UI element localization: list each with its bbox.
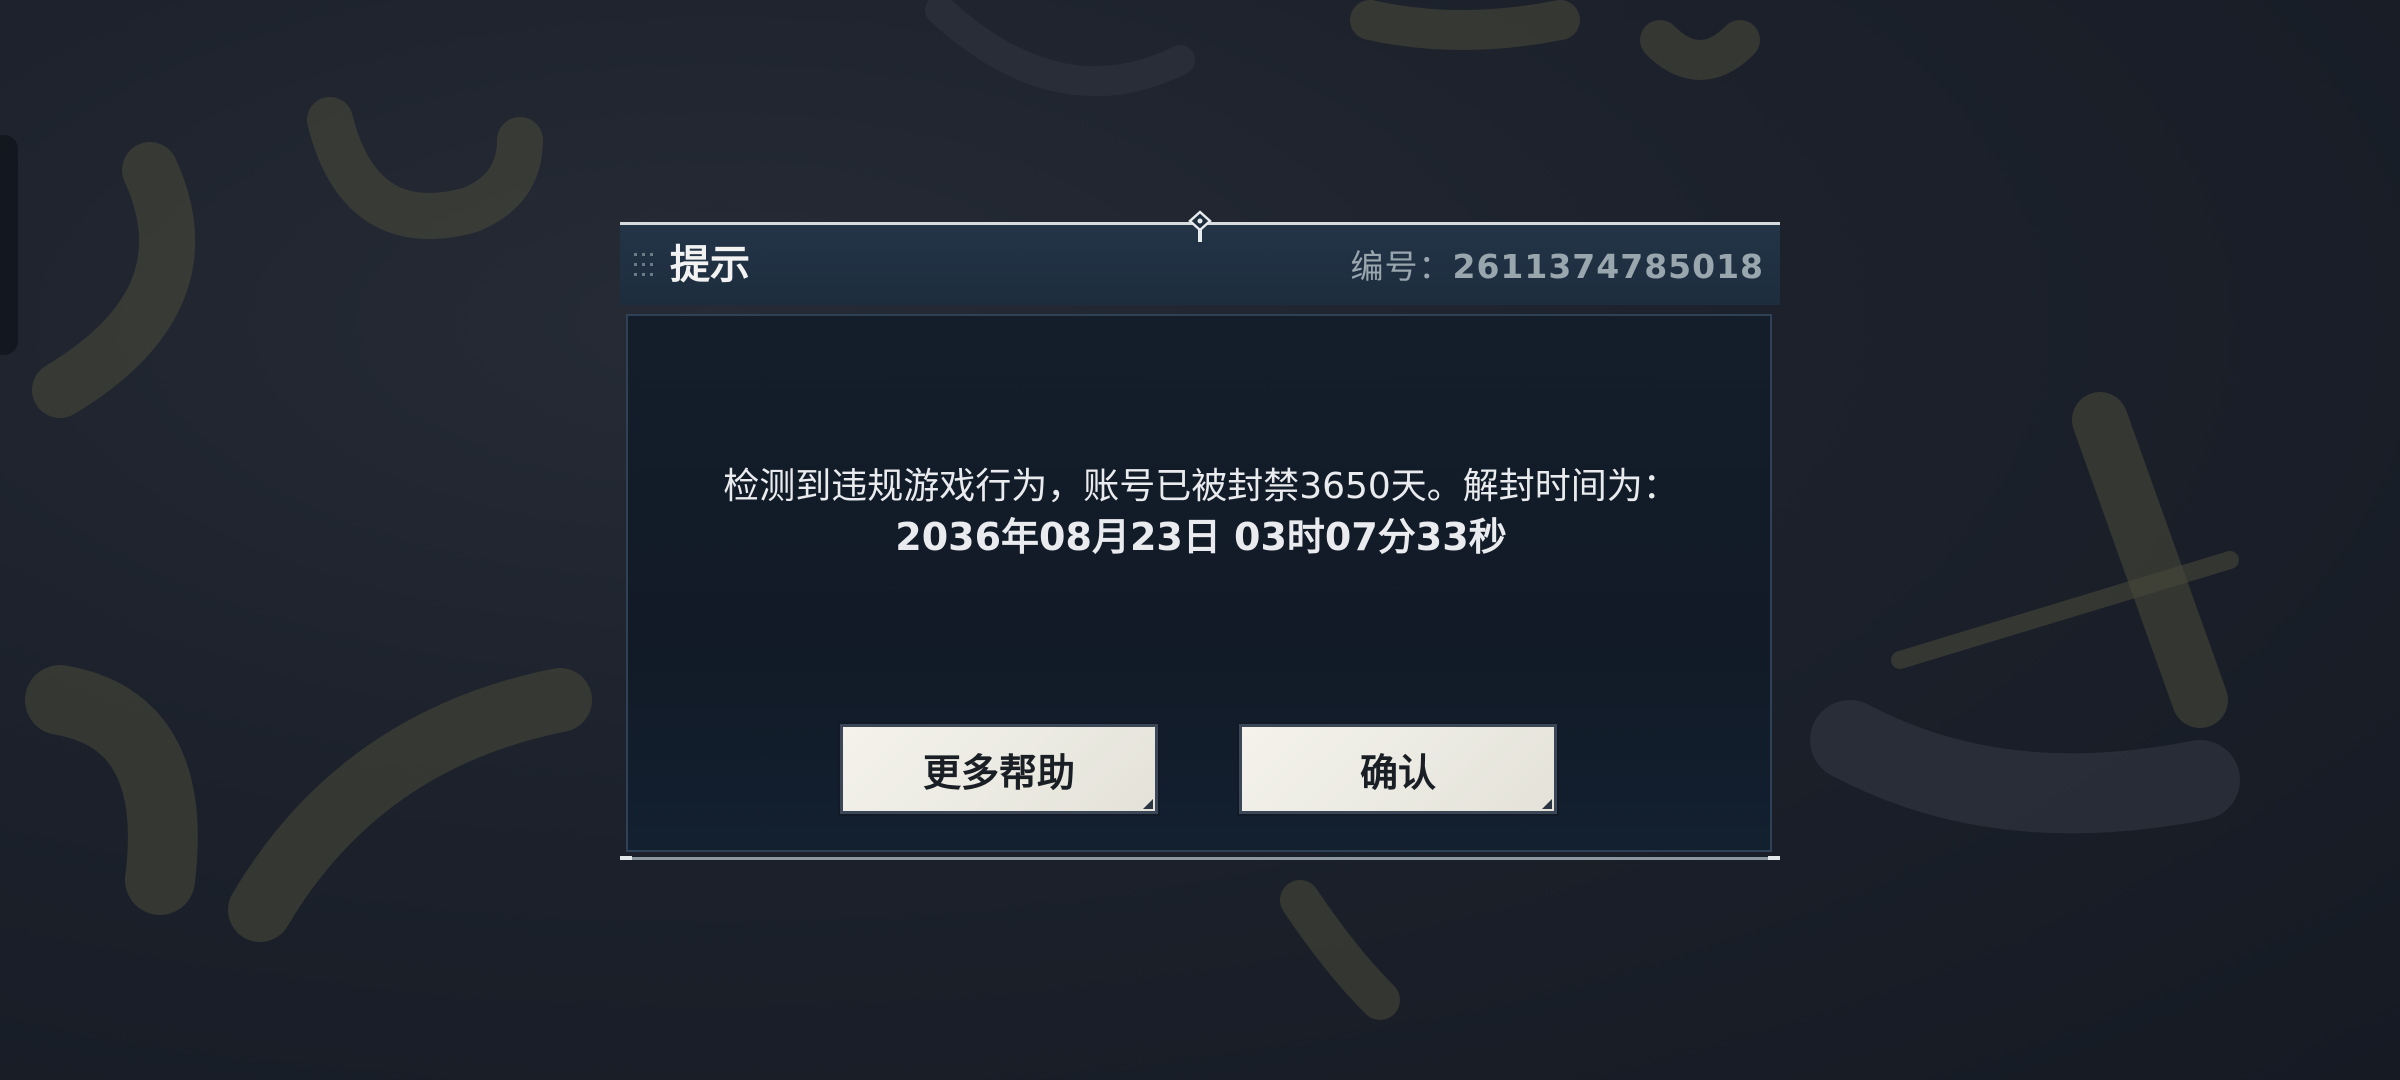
game-screen: 提示 编号：2611374785018 检测到违规游戏行为，账号已被封禁3650… — [0, 0, 2400, 1080]
serial-label: 编号： — [1350, 247, 1453, 286]
confirm-button[interactable]: 确认 — [1239, 724, 1557, 814]
unban-time: 2036年08月23日 03时07分33秒 — [895, 515, 1507, 559]
side-edge-tab — [0, 135, 18, 355]
dialog-body: 检测到违规游戏行为，账号已被封禁3650天。解封时间为： 2036年08月23日… — [626, 314, 1772, 852]
ban-message-line1: 检测到违规游戏行为，账号已被封禁3650天。解封时间为： — [723, 466, 1679, 507]
more-help-label: 更多帮助 — [922, 750, 1075, 795]
ban-message: 检测到违规游戏行为，账号已被封禁3650天。解封时间为： 2036年08月23日… — [628, 462, 1774, 562]
serial-number: 编号：2611374785018 — [1351, 245, 1765, 289]
pin-icon — [1188, 210, 1212, 242]
more-help-button[interactable]: 更多帮助 — [840, 724, 1158, 814]
grip-dots-icon — [634, 253, 653, 276]
dialog-title: 提示 — [670, 242, 750, 288]
ban-notice-dialog: 提示 编号：2611374785018 检测到违规游戏行为，账号已被封禁3650… — [620, 210, 1780, 860]
dialog-bottom-border — [620, 856, 1780, 860]
serial-value: 2611374785018 — [1452, 247, 1764, 286]
confirm-label: 确认 — [1359, 750, 1436, 795]
